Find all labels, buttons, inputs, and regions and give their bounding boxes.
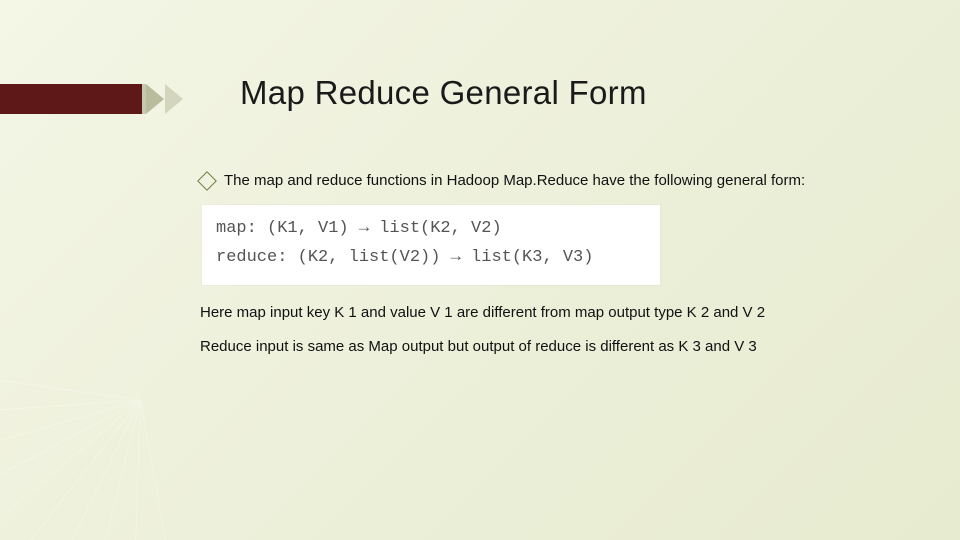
bullet-text: The map and reduce functions in Hadoop M… — [224, 170, 900, 191]
slide-title: Map Reduce General Form — [240, 74, 647, 112]
code-block: map: (K1, V1) → list(K2, V2) reduce: (K2… — [202, 205, 660, 285]
paragraph-2: Reduce input is same as Map output but o… — [200, 337, 900, 357]
paragraph-1: Here map input key K 1 and value V 1 are… — [200, 303, 900, 323]
slide: Map Reduce General Form The map and redu… — [0, 0, 960, 540]
bullet-item: The map and reduce functions in Hadoop M… — [200, 170, 900, 191]
diamond-bullet-icon — [197, 171, 217, 191]
code-line-reduce: reduce: (K2, list(V2)) → list(K3, V3) — [216, 244, 646, 273]
slide-body: The map and reduce functions in Hadoop M… — [200, 170, 900, 371]
code-line-map: map: (K1, V1) → list(K2, V2) — [216, 215, 646, 244]
title-ribbon — [0, 84, 164, 114]
